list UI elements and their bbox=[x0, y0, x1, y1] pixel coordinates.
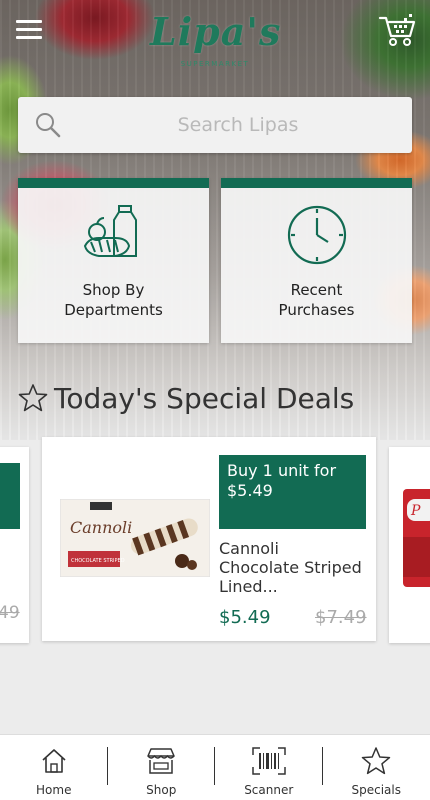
deal-badge bbox=[0, 463, 20, 529]
search-bar[interactable] bbox=[18, 97, 412, 153]
groceries-icon bbox=[83, 205, 137, 257]
card-label-line2: Departments bbox=[64, 301, 163, 319]
search-input[interactable] bbox=[78, 97, 398, 153]
card-accent-bar bbox=[18, 178, 209, 188]
home-icon bbox=[42, 749, 66, 773]
nav-home[interactable]: Home bbox=[0, 735, 108, 800]
deal-old-price: 49 bbox=[0, 603, 20, 623]
nav-shop[interactable]: Shop bbox=[108, 735, 215, 800]
deal-badge: Buy 1 unit for $5.49 bbox=[219, 455, 366, 529]
card-label-line1: Recent bbox=[290, 281, 343, 299]
card-accent-bar bbox=[221, 178, 412, 188]
deal-card[interactable]: Cannoli CHOCOLATE STRIPED Buy 1 unit for… bbox=[42, 437, 376, 641]
card-label: Shop By Departments bbox=[18, 280, 209, 320]
clock-icon bbox=[287, 205, 346, 265]
card-label: Recent Purchases bbox=[221, 280, 412, 320]
section-title: Today's Special Deals bbox=[18, 378, 354, 418]
card-label-line2: Purchases bbox=[278, 301, 355, 319]
barcode-icon bbox=[252, 747, 286, 775]
menu-icon[interactable] bbox=[16, 20, 42, 40]
nav-label: Scanner bbox=[244, 783, 294, 797]
cart-icon[interactable] bbox=[378, 12, 418, 48]
logo-text: Lipa's bbox=[150, 9, 282, 54]
nav-label: Shop bbox=[146, 783, 177, 797]
nav-specials[interactable]: Specials bbox=[323, 735, 430, 800]
recent-purchases-card[interactable]: Recent Purchases bbox=[221, 178, 412, 343]
bottom-navigation: Home Shop Scanner Specials bbox=[0, 734, 430, 800]
section-title-text: Today's Special Deals bbox=[54, 381, 355, 415]
deal-price: $5.49 bbox=[219, 607, 271, 628]
star-icon bbox=[362, 747, 391, 775]
card-label-line1: Shop By bbox=[82, 281, 145, 299]
deal-product-name: Cannoli Chocolate Striped Lined... bbox=[219, 539, 362, 596]
deal-card-next[interactable]: P bbox=[389, 447, 430, 643]
product-image-tag: CHOCOLATE STRIPED bbox=[71, 558, 125, 564]
logo: Lipa's SUPERMARKET bbox=[150, 6, 280, 86]
svg-text:P: P bbox=[410, 503, 421, 519]
nav-scanner[interactable]: Scanner bbox=[215, 735, 323, 800]
nav-label: Home bbox=[36, 783, 72, 797]
product-image-brand: Cannoli bbox=[70, 518, 132, 537]
shop-icon bbox=[147, 748, 175, 774]
star-icon bbox=[18, 384, 48, 412]
product-image: Cannoli CHOCOLATE STRIPED bbox=[60, 499, 210, 577]
deal-card-previous[interactable]: 49 bbox=[0, 447, 29, 643]
product-image: P bbox=[403, 489, 430, 587]
shop-by-departments-card[interactable]: Shop By Departments bbox=[18, 178, 209, 343]
search-icon bbox=[36, 113, 61, 138]
nav-label: Specials bbox=[351, 783, 402, 797]
deal-old-price: $7.49 bbox=[315, 607, 367, 628]
logo-subtext: SUPERMARKET bbox=[180, 60, 250, 68]
